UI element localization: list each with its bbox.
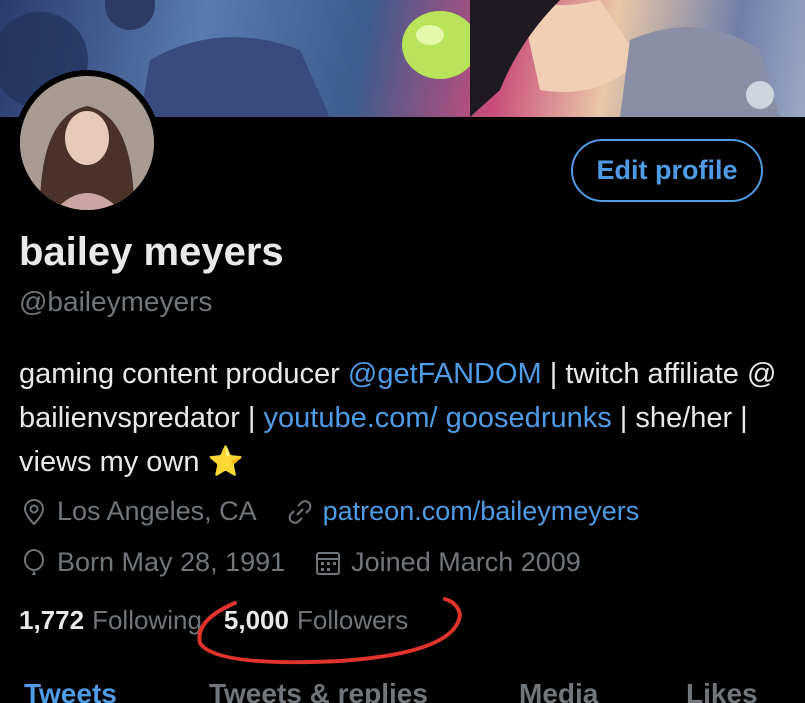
followers-label: Followers bbox=[296, 605, 409, 635]
avatar-photo bbox=[20, 76, 154, 210]
display-name: bailey meyers bbox=[19, 230, 284, 274]
followers-count: 5,000 bbox=[223, 605, 289, 635]
balloon-icon bbox=[19, 548, 49, 578]
profile-bio: gaming content producer @getFANDOM | twi… bbox=[19, 352, 779, 484]
tab-media[interactable]: Media bbox=[519, 678, 598, 703]
profile-meta-row-2: Born May 28, 1991 Joined March 2009 bbox=[19, 547, 609, 578]
following-label: Following bbox=[92, 605, 202, 635]
tab-tweets[interactable]: Tweets bbox=[24, 678, 117, 703]
birthday-text: Born May 28, 1991 bbox=[57, 547, 286, 577]
username-handle: @baileymeyers bbox=[19, 286, 213, 317]
joined-text: Joined March 2009 bbox=[351, 547, 581, 577]
location-text: Los Angeles, CA bbox=[57, 496, 257, 526]
calendar-icon bbox=[313, 548, 343, 578]
link-icon bbox=[285, 497, 315, 527]
birthday-item: Born May 28, 1991 bbox=[19, 547, 285, 578]
follow-stats: 1,772 Following 5,000 Followers bbox=[19, 605, 430, 636]
bio-mention-link[interactable]: @getFANDOM bbox=[348, 358, 542, 390]
tab-tweets-replies[interactable]: Tweets & replies bbox=[209, 678, 428, 703]
joined-item: Joined March 2009 bbox=[313, 547, 581, 578]
edit-profile-button[interactable]: Edit profile bbox=[571, 139, 763, 202]
star-emoji: ⭐ bbox=[207, 446, 244, 478]
bio-text: gaming content producer bbox=[19, 358, 348, 390]
bio-url-link[interactable]: youtube.com/ goosedrunks bbox=[264, 402, 612, 434]
followers-stat[interactable]: 5,000 Followers bbox=[224, 605, 408, 636]
following-stat[interactable]: 1,772 Following bbox=[19, 605, 202, 636]
location-item: Los Angeles, CA bbox=[19, 496, 257, 527]
profile-meta-row-1: Los Angeles, CA patreon.com/baileymeyers bbox=[19, 496, 667, 527]
avatar[interactable] bbox=[20, 76, 154, 210]
website-item[interactable]: patreon.com/baileymeyers bbox=[285, 496, 640, 527]
following-count: 1,772 bbox=[19, 605, 85, 635]
website-link[interactable]: patreon.com/baileymeyers bbox=[323, 496, 640, 527]
tab-likes[interactable]: Likes bbox=[686, 678, 758, 703]
profile-tabs: Tweets Tweets & replies Media Likes bbox=[0, 678, 805, 703]
location-pin-icon bbox=[19, 497, 49, 527]
